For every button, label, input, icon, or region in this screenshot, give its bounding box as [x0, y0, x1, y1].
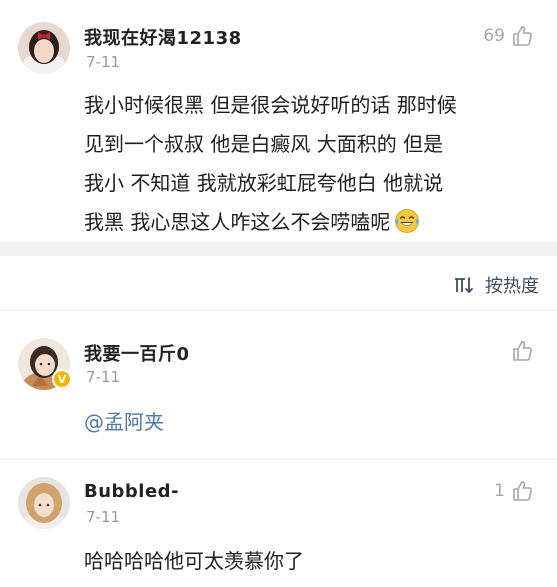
section-divider [0, 242, 557, 256]
comment-line: 我小时候很黑 但是很会说好听的话 那时候 [84, 93, 457, 117]
comment-date: 7-11 [86, 368, 121, 386]
reply-body: 哈哈哈哈他可太羡慕你了 [84, 549, 304, 573]
like-button[interactable]: 1 [494, 480, 533, 502]
avatar[interactable] [18, 477, 70, 529]
comment-thread: 我现在好渴12138 7-11 69 我小时候很黑 但是很会说好听的话 那时候 … [0, 0, 557, 587]
comment-line: 我黑 我心思这人咋这么不会唠嗑呢 [84, 210, 391, 234]
top-comment: 我现在好渴12138 7-11 69 我小时候很黑 但是很会说好听的话 那时候 … [0, 0, 557, 242]
like-count: 1 [494, 481, 505, 501]
username[interactable]: 我要一百斤0 [84, 340, 190, 366]
mention-link[interactable]: @孟阿夹 [84, 410, 164, 434]
sort-by-hot-button[interactable]: 按热度 [453, 272, 539, 298]
divider [0, 459, 557, 460]
reply-body: @孟阿夹 [84, 406, 164, 435]
comment-line: 见到一个叔叔 他是白癜风 大面积的 但是 [84, 132, 444, 156]
comment-line: 我小 不知道 我就放彩虹屁夸他白 他就说 [84, 171, 444, 195]
username[interactable]: 我现在好渴12138 [84, 24, 242, 50]
divider [0, 310, 557, 311]
comment-line-last: 我黑 我心思这人咋这么不会唠嗑呢 [84, 203, 514, 242]
verified-badge: V [52, 369, 72, 389]
like-button[interactable] [505, 340, 533, 362]
sort-icon [455, 277, 473, 293]
comment-body: 我小时候很黑 但是很会说好听的话 那时候 见到一个叔叔 他是白癜风 大面积的 但… [84, 86, 514, 242]
thumbs-up-icon [513, 26, 532, 46]
username[interactable]: Bubbled- [84, 481, 179, 502]
like-count: 69 [483, 26, 505, 46]
avatar[interactable] [18, 22, 70, 74]
comment-date: 7-11 [86, 508, 121, 526]
comment-date: 7-11 [86, 53, 121, 71]
thumbs-up-icon [513, 481, 532, 501]
thumbs-up-icon [513, 341, 532, 361]
laughing-tears-emoji-icon [395, 209, 420, 233]
sort-label: 按热度 [485, 276, 539, 297]
like-button[interactable]: 69 [483, 25, 533, 47]
